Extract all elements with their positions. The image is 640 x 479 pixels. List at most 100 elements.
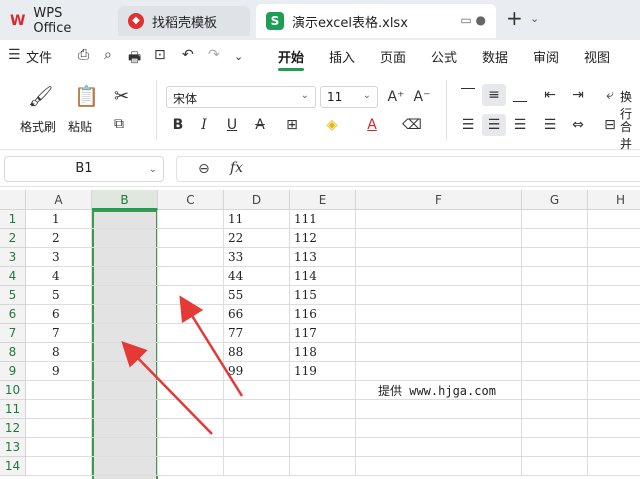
paste-icon[interactable]: 📋 [74, 84, 99, 108]
cell-d6[interactable]: 66 [224, 305, 290, 324]
cell-e9[interactable]: 119 [290, 362, 356, 381]
column-header-f[interactable]: F [356, 190, 522, 210]
cell-h6[interactable] [588, 305, 640, 324]
cell-a9[interactable]: 9 [26, 362, 92, 381]
cell-e5[interactable]: 115 [290, 286, 356, 305]
format-painter-icon[interactable]: 🖌 [28, 84, 53, 108]
cell-h3[interactable] [588, 248, 640, 267]
cell-c13[interactable] [158, 438, 224, 457]
align-middle-icon[interactable]: ≡ [482, 84, 506, 106]
cell-c1[interactable] [158, 210, 224, 229]
cell-b1[interactable] [92, 210, 158, 229]
cell-h12[interactable] [588, 419, 640, 438]
cell-d10[interactable] [224, 381, 290, 400]
cell-g12[interactable] [522, 419, 588, 438]
cell-e8[interactable]: 118 [290, 343, 356, 362]
cell-g10[interactable] [522, 381, 588, 400]
align-right-icon[interactable]: ☰ [508, 114, 532, 136]
cell-b10[interactable] [92, 381, 158, 400]
column-header-h[interactable]: H [588, 190, 640, 210]
cell-d13[interactable] [224, 438, 290, 457]
cell-g1[interactable] [522, 210, 588, 229]
font-color-icon[interactable]: A [360, 114, 384, 136]
row-header-7[interactable]: 7 [0, 324, 26, 343]
cell-c4[interactable] [158, 267, 224, 286]
select-all-corner[interactable] [0, 190, 26, 210]
paste-label[interactable]: 粘贴 [68, 118, 92, 135]
row-header-9[interactable]: 9 [0, 362, 26, 381]
copy-icon[interactable]: ⧉ [114, 116, 124, 132]
cell-d9[interactable]: 99 [224, 362, 290, 381]
column-header-a[interactable]: A [26, 190, 92, 210]
bold-icon[interactable]: B [166, 114, 190, 136]
underline-icon[interactable]: U [220, 114, 244, 136]
menu-page[interactable]: 页面 [380, 47, 406, 66]
fx-icon[interactable]: fx [230, 160, 243, 176]
cell-e14[interactable] [290, 457, 356, 476]
cell-b4[interactable] [92, 267, 158, 286]
save-icon[interactable]: ⎙ [78, 47, 89, 63]
row-header-3[interactable]: 3 [0, 248, 26, 267]
cell-e6[interactable]: 116 [290, 305, 356, 324]
fill-color-icon[interactable]: ◈ [320, 114, 344, 136]
cell-e3[interactable]: 113 [290, 248, 356, 267]
cell-c8[interactable] [158, 343, 224, 362]
cell-e1[interactable]: 111 [290, 210, 356, 229]
cell-g2[interactable] [522, 229, 588, 248]
cell-d7[interactable]: 77 [224, 324, 290, 343]
redo-icon[interactable]: ↷ [208, 47, 220, 63]
print-preview-icon[interactable]: ⊡ [154, 47, 166, 63]
cell-g8[interactable] [522, 343, 588, 362]
formula-input[interactable] [176, 156, 640, 182]
cell-g9[interactable] [522, 362, 588, 381]
cell-h11[interactable] [588, 400, 640, 419]
cell-f12[interactable] [356, 419, 522, 438]
row-header-14[interactable]: 14 [0, 457, 26, 476]
chevron-down-icon[interactable]: ⌄ [530, 12, 539, 25]
print-icon[interactable]: 🖶 [128, 47, 141, 71]
cell-d5[interactable]: 55 [224, 286, 290, 305]
cell-b9[interactable] [92, 362, 158, 381]
cell-a11[interactable] [26, 400, 92, 419]
cell-h5[interactable] [588, 286, 640, 305]
cell-c12[interactable] [158, 419, 224, 438]
cell-d14[interactable] [224, 457, 290, 476]
cell-b3[interactable] [92, 248, 158, 267]
cell-a12[interactable] [26, 419, 92, 438]
align-left-icon[interactable]: ☰ [456, 114, 480, 136]
cell-a5[interactable]: 5 [26, 286, 92, 305]
tab-spreadsheet[interactable]: S 演示excel表格.xlsx ▭ ● [256, 4, 496, 38]
export-icon[interactable]: ⌕ [104, 47, 112, 63]
cell-e12[interactable] [290, 419, 356, 438]
cell-f3[interactable] [356, 248, 522, 267]
undo-icon[interactable]: ↶ [182, 47, 194, 63]
name-box[interactable]: B1 ⌄ [4, 156, 164, 182]
tab-screen-dot-icon[interactable]: ▭ ● [460, 13, 486, 27]
wrap-text-label[interactable]: 换行 [620, 88, 640, 122]
decrease-indent-icon[interactable]: ⇤ [538, 84, 562, 106]
cell-d1[interactable]: 11 [224, 210, 290, 229]
cell-c11[interactable] [158, 400, 224, 419]
distributed-icon[interactable]: ⇔ [566, 114, 590, 136]
cell-f14[interactable] [356, 457, 522, 476]
zoom-search-icon[interactable]: ⊖ [198, 161, 210, 177]
increase-font-icon[interactable]: A⁺ [384, 86, 408, 108]
cell-f8[interactable] [356, 343, 522, 362]
row-header-13[interactable]: 13 [0, 438, 26, 457]
cell-a1[interactable]: 1 [26, 210, 92, 229]
row-header-1[interactable]: 1 [0, 210, 26, 229]
cell-d3[interactable]: 33 [224, 248, 290, 267]
cell-c2[interactable] [158, 229, 224, 248]
cell-b8[interactable] [92, 343, 158, 362]
cell-h8[interactable] [588, 343, 640, 362]
cell-f6[interactable] [356, 305, 522, 324]
row-header-11[interactable]: 11 [0, 400, 26, 419]
cell-b14[interactable] [92, 457, 158, 476]
menu-insert[interactable]: 插入 [329, 47, 355, 66]
cell-f1[interactable] [356, 210, 522, 229]
cell-b11[interactable] [92, 400, 158, 419]
border-icon[interactable]: ⊞ [280, 114, 304, 136]
column-header-d[interactable]: D [224, 190, 290, 210]
cell-a6[interactable]: 6 [26, 305, 92, 324]
cell-h9[interactable] [588, 362, 640, 381]
